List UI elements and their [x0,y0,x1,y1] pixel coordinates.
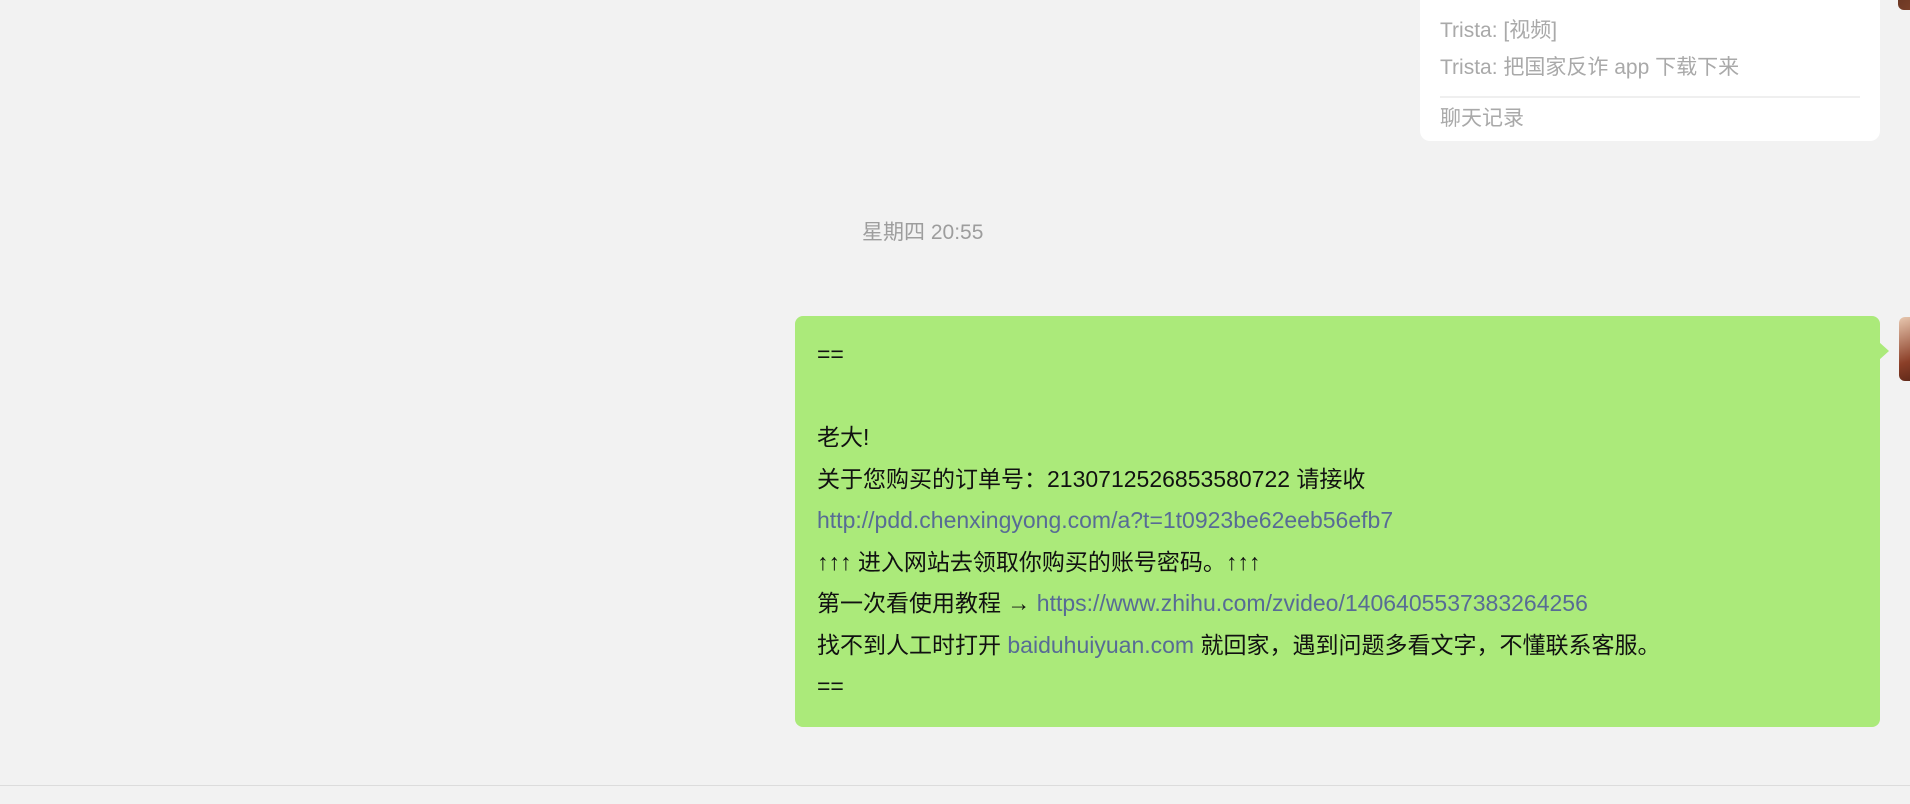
message-line: 关于您购买的订单号：2130712526853580722 请接收 [817,465,1366,492]
chat-record-card[interactable]: Trista: [视频] Trista: 把国家反诈 app 下载下来 聊天记录 [1420,0,1880,141]
my-avatar[interactable] [1899,317,1910,381]
message-line: 老大! [817,424,870,450]
divider [1440,96,1860,98]
message-bubble[interactable]: == 老大! 关于您购买的订单号：2130712526853580722 请接收… [795,316,1889,727]
message-line: == [817,673,844,699]
message-line: == [817,341,844,367]
message-text: 第一次看使用教程 → [817,590,1037,616]
order-link[interactable]: http://pdd.chenxingyong.com/a?t=1t0923be… [817,507,1393,533]
message-input-area[interactable] [0,786,1910,804]
tutorial-link[interactable]: https://www.zhihu.com/zvideo/14064055373… [1037,590,1588,616]
message-timestamp: 星期四 20:55 [862,221,984,244]
message-text: 就回家，遇到问题多看文字，不懂联系客服。 [1194,631,1661,658]
message-line: ↑↑↑ 进入网站去领取你购买的账号密码。↑↑↑ [817,548,1261,575]
sender-avatar-top[interactable] [1898,0,1910,10]
chat-record-label: 聊天记录 [1440,107,1524,130]
site-link[interactable]: baiduhuiyuan.com [1007,632,1194,658]
chat-record-line: Trista: [视频] [1440,19,1558,42]
message-text: 找不到人工时打开 [817,631,1008,658]
chat-record-line: Trista: 把国家反诈 app 下载下来 [1440,56,1740,79]
